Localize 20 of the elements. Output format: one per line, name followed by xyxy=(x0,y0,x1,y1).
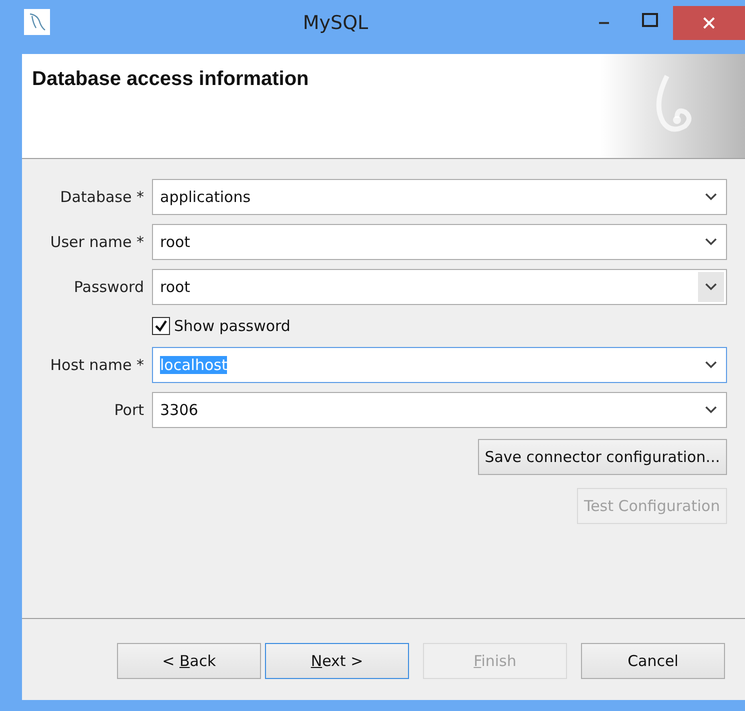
page-title: Database access information xyxy=(31,67,309,92)
combo-field[interactable]: applications xyxy=(152,179,727,215)
field-label: Host name * xyxy=(49,356,145,374)
wizard-button[interactable]: Next > xyxy=(265,643,409,679)
combo-field[interactable]: root xyxy=(152,224,727,260)
maximize-icon[interactable] xyxy=(642,13,658,27)
window-title: MySQL xyxy=(302,12,368,34)
combo-field[interactable]: root xyxy=(152,269,727,305)
combo-field[interactable]: 3306 xyxy=(152,392,727,428)
field-label: Password xyxy=(72,278,145,296)
checkbox-label: Show password xyxy=(174,317,290,335)
close-icon[interactable] xyxy=(702,16,716,30)
field-label: Port xyxy=(113,401,145,419)
wizard-button[interactable]: Cancel xyxy=(581,643,725,679)
app-icon xyxy=(24,9,50,35)
action-button[interactable]: Save connector configuration... xyxy=(478,439,727,475)
wizard-button[interactable]: < Back xyxy=(117,643,261,679)
checkbox[interactable] xyxy=(152,317,170,335)
field-label: Database * xyxy=(59,188,145,206)
field-label: User name * xyxy=(49,233,145,251)
